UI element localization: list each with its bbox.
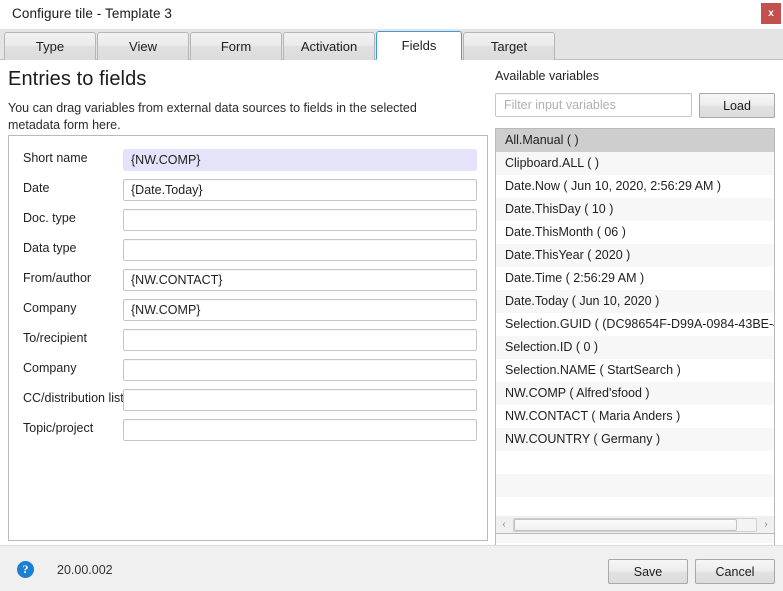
variable-list-item[interactable] [496, 451, 774, 474]
scrollbar-thumb[interactable] [514, 518, 737, 531]
tab-view[interactable]: View [97, 32, 189, 60]
version-label: 20.00.002 [57, 563, 113, 577]
scroll-right-icon[interactable]: › [758, 517, 774, 533]
field-row: Topic/project [9, 419, 487, 441]
available-variables-label: Available variables [495, 69, 599, 83]
field-row: Company [9, 359, 487, 381]
dialog-body: Entries to fields You can drag variables… [0, 60, 783, 580]
save-button[interactable]: Save [608, 559, 688, 584]
tab-fields[interactable]: Fields [376, 31, 462, 60]
field-label: Topic/project [23, 421, 94, 435]
field-row: Date [9, 179, 487, 201]
variable-list-item[interactable]: Selection.GUID ( (DC98654F-D99A-0984-43B… [496, 313, 774, 336]
variable-list-item[interactable]: Selection.ID ( 0 ) [496, 336, 774, 359]
field-label: CC/distribution list [23, 391, 124, 405]
field-row: To/recipient [9, 329, 487, 351]
field-row: Data type [9, 239, 487, 261]
variable-list-item[interactable]: Date.ThisDay ( 10 ) [496, 198, 774, 221]
variable-list-item[interactable]: Selection.NAME ( StartSearch ) [496, 359, 774, 382]
dialog-footer: ? 20.00.002 Save Cancel [0, 545, 783, 591]
field-input[interactable] [123, 359, 477, 381]
field-input[interactable] [123, 299, 477, 321]
field-input[interactable] [123, 389, 477, 411]
variable-list-item[interactable]: Clipboard.ALL ( ) [496, 152, 774, 175]
field-label: Company [23, 301, 77, 315]
variable-list-item[interactable]: All.Manual ( ) [496, 129, 774, 152]
variable-list-item[interactable]: Date.ThisYear ( 2020 ) [496, 244, 774, 267]
variable-list-item[interactable]: Date.Today ( Jun 10, 2020 ) [496, 290, 774, 313]
field-input[interactable] [123, 209, 477, 231]
field-row: From/author [9, 269, 487, 291]
field-input[interactable] [123, 239, 477, 261]
field-label: Doc. type [23, 211, 76, 225]
variable-list-item[interactable]: Date.ThisMonth ( 06 ) [496, 221, 774, 244]
field-input[interactable] [123, 149, 477, 171]
field-row: Company [9, 299, 487, 321]
page-title: Entries to fields [8, 68, 147, 90]
help-icon[interactable]: ? [17, 561, 34, 578]
variable-list-item[interactable] [496, 474, 774, 497]
field-input[interactable] [123, 269, 477, 291]
field-row: Doc. type [9, 209, 487, 231]
close-glyph: x [768, 7, 774, 19]
field-label: Company [23, 361, 77, 375]
scroll-left-icon[interactable]: ‹ [496, 517, 512, 533]
field-label: From/author [23, 271, 92, 285]
variable-list-item[interactable]: Date.Now ( Jun 10, 2020, 2:56:29 AM ) [496, 175, 774, 198]
tab-form[interactable]: Form [190, 32, 282, 60]
variable-list-item[interactable]: Date.Time ( 2:56:29 AM ) [496, 267, 774, 290]
field-input[interactable] [123, 329, 477, 351]
scrollbar-track[interactable] [513, 517, 757, 532]
field-row: Short name [9, 149, 487, 171]
filter-input[interactable] [495, 93, 692, 117]
variable-list-item[interactable]: NW.COUNTRY ( Germany ) [496, 428, 774, 451]
field-label: Date [23, 181, 50, 195]
variables-horizontal-scrollbar[interactable]: ‹ › [495, 516, 775, 534]
page-description: You can drag variables from external dat… [8, 101, 417, 132]
field-label: Short name [23, 151, 88, 165]
metadata-fields-panel: Short name Date Doc. type Data type From/aut… [8, 135, 488, 541]
load-button[interactable]: Load [699, 93, 775, 118]
tab-strip: Type View Form Activation Fields Target [0, 29, 783, 60]
tab-activation[interactable]: Activation [283, 32, 375, 60]
tab-target[interactable]: Target [463, 32, 555, 60]
close-icon[interactable]: x [761, 3, 781, 24]
title-bar: Configure tile - Template 3 x [0, 0, 783, 29]
field-row: CC/distribution list [9, 389, 487, 411]
field-input[interactable] [123, 419, 477, 441]
tab-type[interactable]: Type [4, 32, 96, 60]
variables-list[interactable]: All.Manual ( ) Clipboard.ALL ( ) Date.Now … [495, 128, 775, 580]
cancel-button[interactable]: Cancel [695, 559, 775, 584]
window-title: Configure tile - Template 3 [12, 6, 173, 21]
field-label: Data type [23, 241, 77, 255]
field-label: To/recipient [23, 331, 87, 345]
configure-tile-dialog: Configure tile - Template 3 x Type View Fo… [0, 0, 783, 591]
variable-list-item[interactable]: NW.CONTACT ( Maria Anders ) [496, 405, 774, 428]
field-input[interactable] [123, 179, 477, 201]
variable-list-item[interactable]: NW.COMP ( Alfred'sfood ) [496, 382, 774, 405]
